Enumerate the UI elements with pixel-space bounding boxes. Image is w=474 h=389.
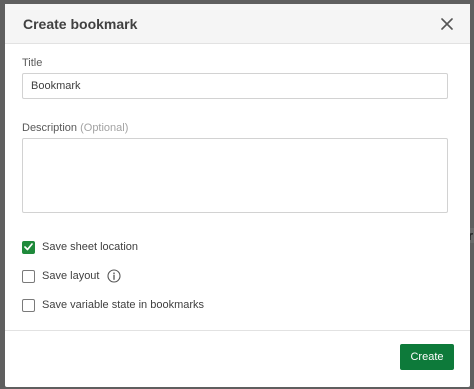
save-sheet-location-checkbox[interactable] xyxy=(22,240,35,254)
dialog-title: Create bookmark xyxy=(23,15,138,32)
save-variable-state-checkbox[interactable] xyxy=(22,298,35,312)
description-label: Description (Optional) xyxy=(22,122,448,134)
save-sheet-location-label: Save sheet location xyxy=(42,241,139,253)
save-variable-state-label: Save variable state in bookmarks xyxy=(42,299,205,311)
dialog-footer: Create xyxy=(5,330,470,387)
info-icon[interactable] xyxy=(107,269,122,283)
create-bookmark-dialog: Create bookmark Title Description (Optio… xyxy=(5,4,470,387)
create-button[interactable]: Create xyxy=(400,344,454,370)
close-icon[interactable] xyxy=(438,15,456,33)
save-layout-label: Save layout xyxy=(42,270,100,282)
checkmark-icon xyxy=(24,243,33,251)
dialog-header: Create bookmark xyxy=(5,4,470,44)
save-variable-state-option[interactable]: Save variable state in bookmarks xyxy=(22,297,448,313)
title-label: Title xyxy=(22,57,43,69)
title-input[interactable] xyxy=(22,73,448,99)
description-optional-hint: (Optional) xyxy=(80,122,129,134)
description-label-text: Description xyxy=(22,122,78,134)
save-layout-option[interactable]: Save layout xyxy=(22,268,448,284)
save-sheet-location-option[interactable]: Save sheet location xyxy=(22,239,448,255)
description-textarea[interactable] xyxy=(22,138,448,213)
dialog-body: Title Description (Optional) Save sheet … xyxy=(5,44,470,313)
save-layout-checkbox[interactable] xyxy=(22,269,35,283)
